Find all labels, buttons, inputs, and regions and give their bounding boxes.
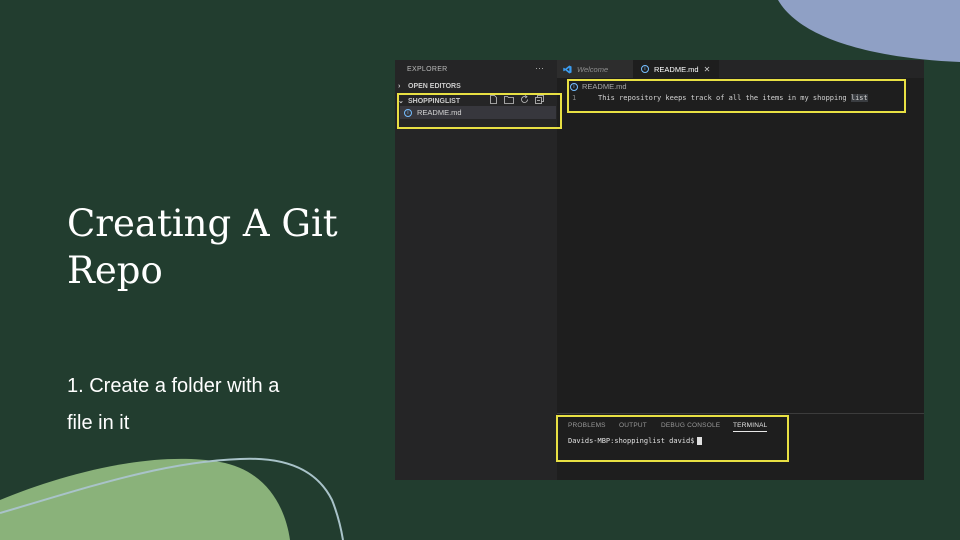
vscode-logo-icon — [563, 64, 572, 74]
slide-title: Creating A Git Repo — [67, 200, 367, 294]
highlight-box-editor — [567, 79, 906, 113]
tab-readme[interactable]: i README.md ✕ — [633, 60, 719, 78]
open-editors-label: OPEN EDITORS — [408, 83, 461, 90]
slide-bullet-line-2: file in it — [67, 412, 130, 434]
slide-bullet-line-1: 1. Create a folder with a — [67, 375, 280, 397]
info-icon: i — [641, 65, 649, 73]
tab-welcome[interactable]: Welcome — [557, 60, 633, 78]
highlight-box-folder — [397, 93, 562, 129]
vscode-screenshot: EXPLORER ··· › OPEN EDITORS ⌄ SHOPPINGLI… — [395, 60, 924, 480]
close-icon[interactable]: ✕ — [704, 65, 711, 74]
slide-title-line-2: Repo — [67, 249, 163, 292]
editor-tabbar: Welcome i README.md ✕ — [557, 60, 924, 78]
top-right-blob — [778, 0, 960, 62]
explorer-header: EXPLORER — [407, 66, 448, 73]
slide-bullet: 1. Create a folder with a file in it — [67, 368, 367, 442]
tab-readme-label: README.md — [654, 64, 699, 74]
tab-welcome-label: Welcome — [577, 64, 609, 74]
highlight-box-terminal — [556, 415, 789, 462]
chevron-right-icon: › — [398, 83, 401, 90]
open-editors-section[interactable]: › OPEN EDITORS — [398, 83, 461, 90]
slide-title-line-1: Creating A Git — [67, 202, 338, 245]
ellipsis-icon[interactable]: ··· — [535, 63, 544, 73]
